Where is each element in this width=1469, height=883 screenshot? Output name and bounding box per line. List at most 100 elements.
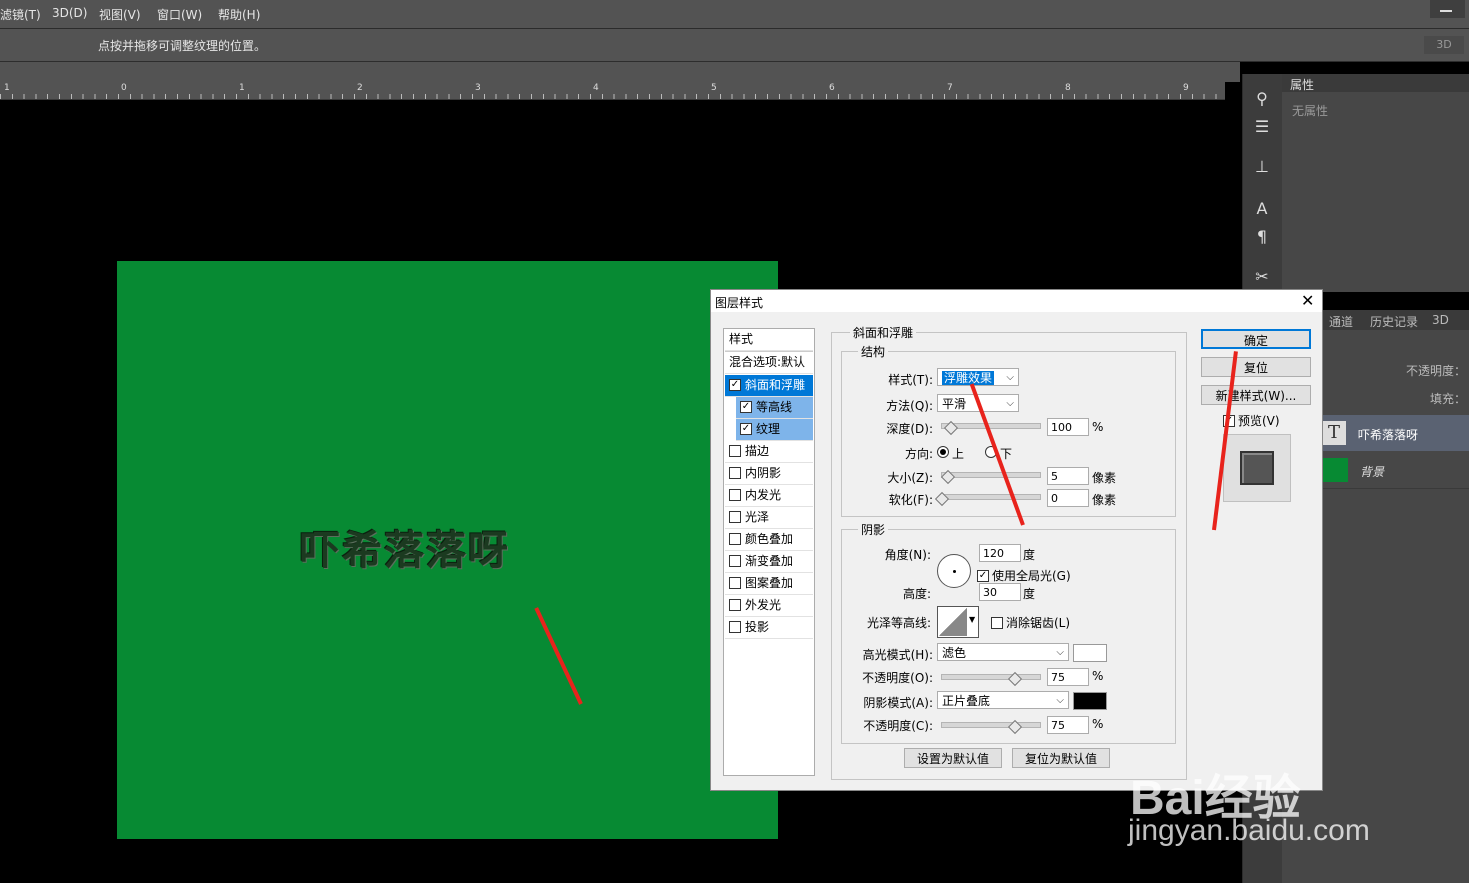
styles-list: 样式 混合选项:默认 斜面和浮雕 等高线 纹理 描边 内阴影 内发光 光泽 颜色…	[723, 328, 815, 776]
shadow-opacity-input[interactable]: 75	[1047, 716, 1089, 734]
tab-history[interactable]: 历史记录	[1370, 313, 1418, 330]
style-select[interactable]: 浮雕效果 ⌵	[937, 368, 1019, 386]
preview-swatch	[1240, 451, 1274, 485]
effect-inner-shadow[interactable]: 内阴影	[725, 463, 813, 485]
layer-style-dialog: 图层样式 ✕ 样式 混合选项:默认 斜面和浮雕 等高线 纹理 描边 内阴影 内发…	[710, 289, 1323, 791]
new-style-button[interactable]: 新建样式(W)...	[1201, 385, 1311, 405]
ruler-ticks	[0, 94, 1225, 99]
ruler-label: 4	[593, 83, 599, 93]
ruler-label: 7	[947, 83, 953, 93]
checkbox[interactable]	[729, 598, 741, 611]
checkbox[interactable]	[740, 422, 752, 435]
effect-contour[interactable]: 等高线	[736, 397, 813, 419]
size-input[interactable]: 5	[1047, 467, 1089, 485]
tab-channels[interactable]: 通道	[1329, 313, 1353, 330]
angle-dial[interactable]	[937, 554, 971, 588]
effect-stroke[interactable]: 描边	[725, 441, 813, 463]
fill-label: 填充：	[1430, 392, 1467, 406]
ruler-label: 9	[1183, 83, 1189, 93]
dialog-title: 图层样式	[715, 296, 764, 310]
checkbox[interactable]	[729, 444, 741, 457]
effect-outer-glow[interactable]: 外发光	[725, 595, 813, 617]
shadow-color-swatch[interactable]	[1073, 692, 1107, 710]
menu-filter[interactable]: 滤镜(T)	[0, 6, 41, 23]
ok-button[interactable]: 确定	[1201, 329, 1311, 349]
highlight-mode-label: 高光模式(H):	[862, 648, 933, 662]
checkbox[interactable]	[991, 616, 1003, 629]
tab-properties[interactable]: 属性	[1290, 76, 1314, 93]
tab-strip	[0, 62, 1240, 82]
bevel-section-title: 斜面和浮雕	[850, 324, 917, 341]
checkbox[interactable]	[729, 378, 741, 391]
direction-up-radio[interactable]	[937, 446, 949, 458]
menu-view[interactable]: 视图(V)	[99, 6, 141, 23]
effect-inner-glow[interactable]: 内发光	[725, 485, 813, 507]
character-icon[interactable]: A	[1251, 198, 1273, 220]
checkbox[interactable]	[977, 569, 989, 582]
styles-header[interactable]: 样式	[725, 329, 813, 351]
preview-checkbox-row[interactable]: 预览(V)	[1223, 412, 1280, 429]
checkbox[interactable]	[729, 576, 741, 589]
highlight-color-swatch[interactable]	[1073, 644, 1107, 662]
effect-color-overlay[interactable]: 颜色叠加	[725, 529, 813, 551]
effect-label: 纹理	[756, 422, 781, 436]
tab-3d[interactable]: 3D	[1432, 313, 1449, 327]
antialias-checkbox-row[interactable]: 消除锯齿(L)	[991, 614, 1070, 631]
options-hint: 点按并拖移可调整纹理的位置。	[98, 39, 267, 53]
tools-icon[interactable]: ✂	[1251, 266, 1273, 288]
checkbox[interactable]	[740, 400, 752, 413]
brush-icon[interactable]: ⚲	[1251, 88, 1273, 110]
highlight-opacity-label: 不透明度(O):	[862, 671, 933, 685]
effect-texture[interactable]: 纹理	[736, 419, 813, 441]
menu-3d[interactable]: 3D(D)	[52, 6, 87, 20]
effect-label: 渐变叠加	[745, 554, 794, 568]
paragraph-icon[interactable]: ¶	[1251, 226, 1273, 248]
highlight-opacity-input[interactable]: 75	[1047, 668, 1089, 686]
highlight-mode-select[interactable]: 滤色 ⌵	[937, 643, 1069, 661]
size-label: 大小(Z):	[887, 471, 933, 485]
minimize-button[interactable]	[1430, 0, 1465, 18]
altitude-input[interactable]: 30	[979, 583, 1021, 601]
depth-unit: %	[1092, 420, 1104, 434]
adjust-icon[interactable]: ☰	[1251, 116, 1273, 138]
checkbox[interactable]	[729, 510, 741, 523]
canvas-text-layer[interactable]: 吓希落落呀	[300, 518, 510, 576]
effect-pattern-overlay[interactable]: 图案叠加	[725, 573, 813, 595]
effect-satin[interactable]: 光泽	[725, 507, 813, 529]
checkbox[interactable]	[729, 620, 741, 633]
highlight-opacity-slider[interactable]	[941, 674, 1041, 680]
depth-input[interactable]: 100	[1047, 418, 1089, 436]
properties-empty: 无属性	[1292, 104, 1329, 118]
reset-button[interactable]: 复位	[1201, 357, 1311, 377]
size-slider[interactable]	[941, 472, 1041, 478]
make-default-button[interactable]: 设置为默认值	[904, 748, 1002, 768]
clone-source-icon[interactable]: ⊥	[1251, 156, 1273, 178]
blending-options[interactable]: 混合选项:默认	[725, 351, 813, 374]
reset-default-button[interactable]: 复位为默认值	[1012, 748, 1110, 768]
opacity-label: 不透明度：	[1406, 364, 1467, 378]
shadow-opacity-unit: %	[1092, 717, 1104, 731]
effect-label: 描边	[745, 444, 770, 458]
chevron-down-icon: ⌵	[1006, 398, 1014, 409]
gloss-contour-picker[interactable]: ▼	[937, 606, 979, 638]
menu-help[interactable]: 帮助(H)	[218, 6, 260, 23]
effect-drop-shadow[interactable]: 投影	[725, 617, 813, 639]
shadow-opacity-slider[interactable]	[941, 722, 1041, 728]
close-icon[interactable]: ✕	[1301, 291, 1314, 310]
soften-slider[interactable]	[941, 494, 1041, 500]
menu-window[interactable]: 窗口(W)	[157, 6, 202, 23]
global-light-checkbox-row[interactable]: 使用全局光(G)	[977, 567, 1071, 584]
checkbox[interactable]	[729, 554, 741, 567]
checkbox[interactable]	[729, 466, 741, 479]
soften-input[interactable]: 0	[1047, 489, 1089, 507]
shadow-mode-select[interactable]: 正片叠底 ⌵	[937, 691, 1069, 709]
direction-up-label: 上	[952, 447, 965, 461]
checkbox[interactable]	[729, 532, 741, 545]
effect-bevel-emboss[interactable]: 斜面和浮雕	[725, 375, 813, 397]
angle-input[interactable]: 120	[979, 544, 1021, 562]
effect-gradient-overlay[interactable]: 渐变叠加	[725, 551, 813, 573]
3d-mode-button[interactable]: 3D	[1424, 36, 1464, 54]
checkbox[interactable]	[729, 488, 741, 501]
soften-unit: 像素	[1092, 493, 1117, 507]
preview-label: 预览(V)	[1238, 414, 1280, 428]
